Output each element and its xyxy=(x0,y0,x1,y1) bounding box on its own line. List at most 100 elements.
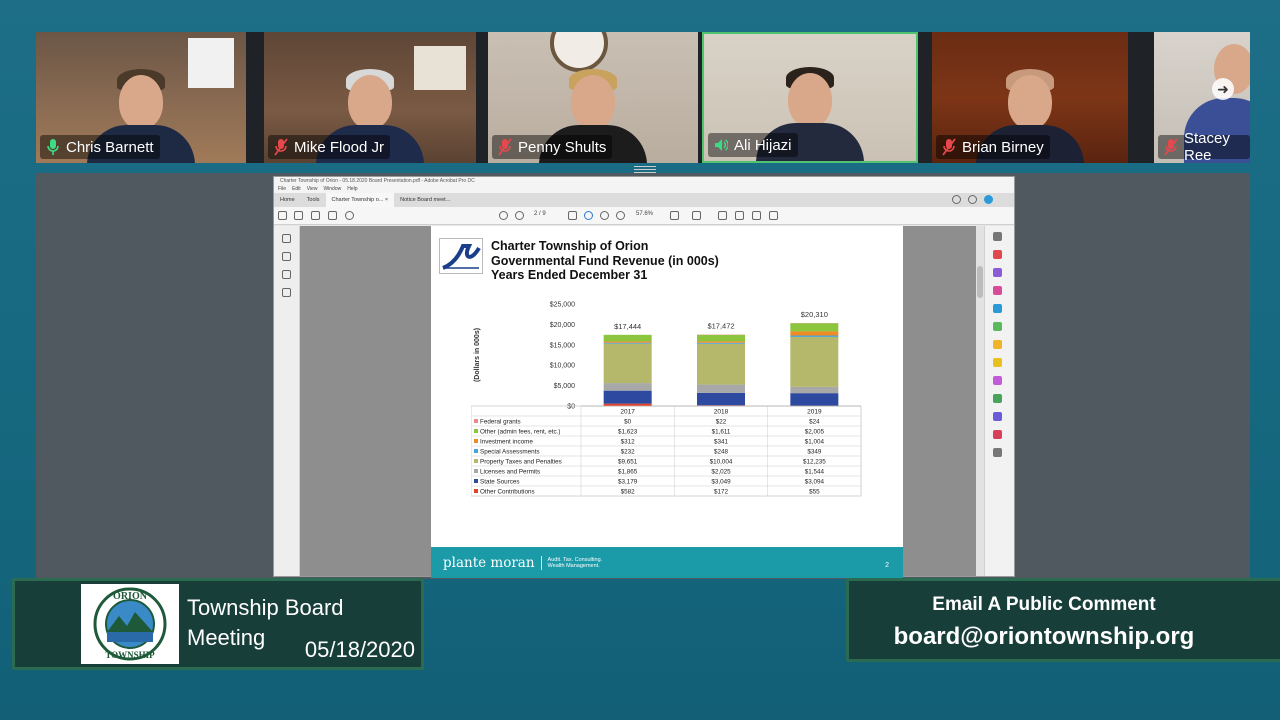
bar-segment xyxy=(790,386,839,394)
data-table-cell: $22 xyxy=(716,419,727,426)
page-thumbnails-icon[interactable] xyxy=(282,234,291,243)
close-icon[interactable]: × xyxy=(385,197,388,203)
comment-tool-icon[interactable] xyxy=(993,340,1002,349)
bar-segment xyxy=(697,334,745,342)
draw-icon[interactable] xyxy=(752,211,761,220)
participant-name: Ali Hijazi xyxy=(734,136,792,154)
tab-tools[interactable]: Tools xyxy=(301,193,326,207)
hand-tool-icon[interactable] xyxy=(584,211,593,220)
y-tick-label: $5,000 xyxy=(554,383,576,390)
notification-icon[interactable] xyxy=(968,195,977,204)
protect-icon[interactable] xyxy=(993,412,1002,421)
active-speaker-tile[interactable]: Ali Hijazi xyxy=(702,32,918,163)
help-icon[interactable] xyxy=(952,195,961,204)
organize-pages-icon[interactable] xyxy=(993,304,1002,313)
scroll-mode-icon[interactable] xyxy=(692,211,701,220)
scrollbar-thumb[interactable] xyxy=(977,266,983,298)
bar-segment xyxy=(790,336,839,387)
bar-segment xyxy=(603,383,652,391)
data-table-cell: $312 xyxy=(621,439,636,446)
highlight-icon[interactable] xyxy=(735,211,744,220)
attachment-icon[interactable] xyxy=(282,270,291,279)
export-pdf-icon[interactable] xyxy=(993,286,1002,295)
public-comment-email: board@oriontownship.org xyxy=(893,623,1195,650)
participant-tile[interactable]: Chris Barnett xyxy=(36,32,246,163)
legend-entry: Other (admin fees, rent, etc.) xyxy=(480,429,561,436)
bar-total-label: $17,444 xyxy=(614,322,641,331)
document-viewport[interactable]: Charter Township of Orion Governmental F… xyxy=(300,226,984,578)
create-pdf-icon[interactable] xyxy=(993,250,1002,259)
menu-file[interactable]: File xyxy=(278,185,286,193)
vertical-scrollbar[interactable] xyxy=(976,226,984,576)
data-table-cell: $232 xyxy=(621,449,636,456)
sticky-note-icon[interactable] xyxy=(993,358,1002,367)
data-table-cell: $582 xyxy=(621,489,636,496)
save-icon[interactable] xyxy=(278,211,287,220)
search-icon[interactable] xyxy=(345,211,354,220)
fill-sign-icon[interactable] xyxy=(993,376,1002,385)
comment-icon[interactable] xyxy=(718,211,727,220)
more-tools-icon[interactable] xyxy=(993,448,1002,457)
orion-township-seal: ORION TOWNSHIP xyxy=(81,584,179,664)
tab-document[interactable]: Notice Board meet... xyxy=(394,193,456,207)
y-tick-label: $20,000 xyxy=(550,322,575,329)
participant-tile[interactable]: Brian Birney xyxy=(932,32,1128,163)
menu-bar: File Edit View Window Help xyxy=(274,185,1014,193)
participant-tile[interactable]: Mike Flood Jr xyxy=(264,32,476,163)
legend-swatch xyxy=(474,479,478,483)
previous-page-icon[interactable] xyxy=(499,211,508,220)
layers-icon[interactable] xyxy=(282,288,291,297)
enhance-scans-icon[interactable] xyxy=(993,322,1002,331)
tab-document-active[interactable]: Charter Township o... × xyxy=(325,193,395,207)
page-indicator[interactable]: 2 / 9 xyxy=(534,211,546,217)
bar-segment xyxy=(790,335,839,337)
zoom-level[interactable]: 57.6% xyxy=(636,211,653,217)
legend-swatch xyxy=(474,449,478,453)
y-axis-label: (Dollars in 000s) xyxy=(474,328,481,382)
revenue-stacked-bar-chart: (Dollars in 000s) $25,000 $20,000 $15,000 $1… xyxy=(471,302,862,497)
slide-footer: plante moran Audit. Tax. Consulting. Wea… xyxy=(431,547,903,578)
star-icon[interactable] xyxy=(294,211,303,220)
sign-icon[interactable] xyxy=(769,211,778,220)
menu-edit[interactable]: Edit xyxy=(292,185,301,193)
print-production-icon[interactable] xyxy=(993,394,1002,403)
participant-tile[interactable]: Stacey Ree ➜ xyxy=(1154,32,1250,163)
bar-segment xyxy=(790,323,839,332)
participant-name: Stacey Ree xyxy=(1184,130,1230,163)
tab-home[interactable]: Home xyxy=(274,193,301,207)
redact-icon[interactable] xyxy=(993,430,1002,439)
legend-entry: Property Taxes and Penalties xyxy=(480,459,562,466)
menu-window[interactable]: Window xyxy=(323,185,341,193)
account-icon[interactable] xyxy=(984,195,993,204)
bar-segment xyxy=(603,334,652,342)
window-title: Charter Township of Orion - 05.18.2020 B… xyxy=(274,177,1014,185)
participant-tile[interactable]: Penny Shults xyxy=(488,32,698,163)
data-table-cell: $3,049 xyxy=(711,479,731,486)
edit-pdf-icon[interactable] xyxy=(993,268,1002,277)
bar-segment xyxy=(603,390,652,404)
menu-help[interactable]: Help xyxy=(347,185,357,193)
print-icon[interactable] xyxy=(311,211,320,220)
bar-segment xyxy=(697,342,745,344)
zoom-in-icon[interactable] xyxy=(616,211,625,220)
x-tick-label: 2018 xyxy=(714,409,729,416)
page-fit-icon[interactable] xyxy=(670,211,679,220)
right-tools-panel xyxy=(984,226,1014,576)
menu-view[interactable]: View xyxy=(307,185,318,193)
select-cursor-icon[interactable] xyxy=(568,211,577,220)
search-tool-icon[interactable] xyxy=(993,232,1002,241)
next-page-icon[interactable] xyxy=(515,211,524,220)
participant-name: Chris Barnett xyxy=(66,138,154,156)
resize-grip[interactable] xyxy=(634,166,656,173)
participant-name-tag: Mike Flood Jr xyxy=(268,135,391,159)
mail-icon[interactable] xyxy=(328,211,337,220)
zoom-out-icon[interactable] xyxy=(600,211,609,220)
bookmark-icon[interactable] xyxy=(282,252,291,261)
bar-total-label: $17,472 xyxy=(707,322,734,331)
muted-microphone-icon xyxy=(1164,138,1178,156)
next-page-arrow-icon[interactable]: ➜ xyxy=(1212,78,1234,100)
acrobat-window: Charter Township of Orion - 05.18.2020 B… xyxy=(273,176,1015,578)
y-tick-label: $0 xyxy=(567,404,575,411)
footer-brand: plante moran xyxy=(443,554,535,571)
bar-segment xyxy=(790,331,839,336)
